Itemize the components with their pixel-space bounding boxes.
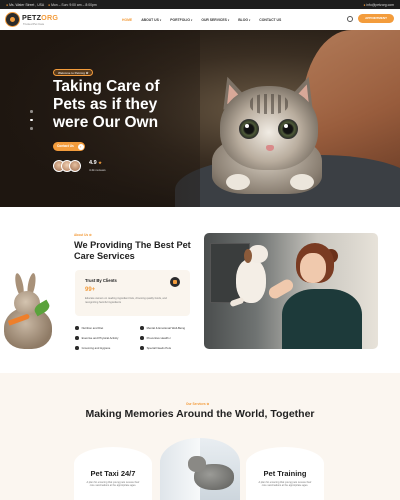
services-badge: Our Services ✿	[186, 402, 210, 406]
vet-with-puppy-image	[204, 233, 378, 349]
nav-item-home[interactable]: HOME	[122, 18, 132, 22]
topbar-hours: ●Mon – Sun: 9:00 am – 8:00pm	[48, 2, 97, 7]
chevron-down-icon: ▾	[227, 18, 230, 22]
feature-item: Nutrition and Diet	[75, 326, 103, 331]
brand-tagline: Trusted Pet Care	[23, 21, 45, 26]
chevron-down-icon: ▾	[159, 18, 162, 22]
paw-icon: ✿	[85, 71, 89, 75]
paw-icon: ✿	[206, 402, 210, 406]
search-icon[interactable]	[347, 16, 353, 22]
service-card-pet-training[interactable]: Pet Training A plan for ensuring that yo…	[246, 447, 324, 500]
trust-value: 99+	[85, 287, 96, 293]
nav-item-our-services[interactable]: OUR SERVICES▾	[201, 18, 229, 22]
location-icon: ●	[6, 2, 9, 7]
about-title: We Providing The Best Pet Care Services	[74, 240, 191, 261]
trust-description: Educate owners on reading ingredient lis…	[85, 297, 167, 304]
avatar	[69, 160, 81, 172]
check-icon	[75, 346, 79, 351]
brand-logo-icon[interactable]	[5, 12, 20, 27]
feature-item: Special Needs Pets	[140, 346, 171, 351]
feature-item: Preventive Health c	[140, 336, 171, 341]
arrow-right-icon: ›	[77, 143, 84, 150]
slider-dot[interactable]	[30, 110, 33, 113]
clock-icon: ●	[48, 2, 51, 7]
chevron-down-icon: ▾	[248, 18, 251, 22]
hero-welcome-badge: Welcome to Petzorg ✿	[53, 69, 94, 76]
slider-dot-active[interactable]	[30, 118, 33, 121]
about-badge: About Us ✿	[74, 233, 92, 237]
feature-item: Grooming and Hygiene	[75, 346, 110, 351]
check-icon	[140, 336, 144, 341]
hero-title: Taking Care of Pets as if they were Our …	[53, 78, 160, 131]
review-count: 4.2k reviews	[89, 168, 106, 172]
hero-slider-dots[interactable]	[30, 110, 33, 136]
service-vet-cat-image	[160, 438, 240, 500]
services-title: Making Memories Around the World, Togeth…	[85, 408, 315, 420]
topbar-address: ●Ms. Water Street , USA	[6, 2, 45, 7]
nav-item-blog[interactable]: BLOG▾	[238, 18, 250, 22]
trust-title: Trust By Clients	[85, 278, 117, 283]
nav-item-portfolio[interactable]: PORTFOLIO▾	[170, 18, 192, 22]
topbar-email[interactable]: ●info@petzorg.com	[363, 3, 394, 7]
feature-item: Mental & Emotional Well-Being	[140, 326, 185, 331]
customer-avatars	[53, 160, 83, 173]
rating-score: 4.9 ★	[89, 160, 102, 166]
paw-icon: ✿	[89, 233, 92, 237]
nav-item-about-us[interactable]: ABOUT US▾	[141, 18, 161, 22]
contact-us-button[interactable]: Contact Us ›	[53, 142, 85, 151]
slider-dot[interactable]	[30, 127, 33, 130]
check-icon	[75, 336, 79, 341]
rabbit-image	[2, 272, 56, 351]
check-icon	[140, 346, 144, 351]
check-icon	[140, 326, 144, 331]
appointment-button[interactable]: APPOINTMENT	[358, 14, 394, 23]
chevron-down-icon: ▾	[191, 18, 193, 22]
service-card-pet-taxi[interactable]: Pet Taxi 24/7 A plan for ensuring that y…	[74, 447, 152, 500]
feature-item: Exercise and Physical Activity	[75, 336, 118, 341]
trust-card: Trust By Clients 99+ Educate owners on r…	[75, 270, 190, 316]
star-icon: ★	[98, 160, 102, 165]
hero-kitten-image	[204, 72, 334, 196]
top-info-bar: ●Ms. Water Street , USA ●Mon – Sun: 9:00…	[0, 0, 400, 9]
nav-menu: HOME ABOUT US▾ PORTFOLIO▾ OUR SERVICES▾ BLOG…	[122, 18, 290, 22]
nav-item-contact-us[interactable]: CONTACT US	[259, 18, 281, 22]
trust-badge-icon	[170, 277, 180, 287]
check-icon	[75, 326, 79, 331]
